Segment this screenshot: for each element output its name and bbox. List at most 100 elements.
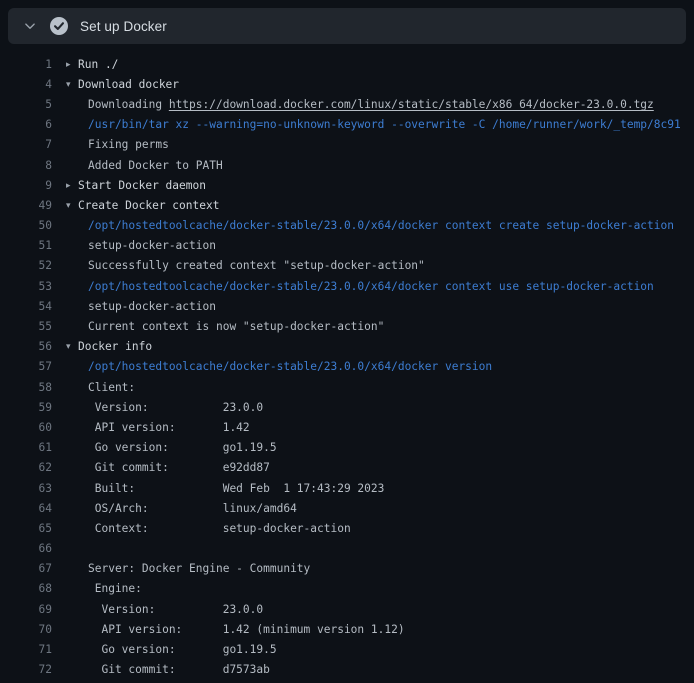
- line-number[interactable]: 49: [0, 199, 52, 212]
- line-number[interactable]: 59: [0, 401, 52, 414]
- output-text: setup-docker-action: [66, 239, 216, 252]
- line-number[interactable]: 72: [0, 663, 52, 676]
- line-number[interactable]: 69: [0, 603, 52, 616]
- download-url-link[interactable]: https://download.docker.com/linux/static…: [169, 98, 654, 111]
- log-row: 51 setup-docker-action: [0, 236, 694, 256]
- output-text: Added Docker to PATH: [66, 159, 223, 172]
- log-row: 65 Context: setup-docker-action: [0, 518, 694, 538]
- log-row: 7 Fixing perms: [0, 135, 694, 155]
- output-text: Go version: go1.19.5: [66, 643, 277, 656]
- line-number[interactable]: 71: [0, 643, 52, 656]
- output-text: Built: Wed Feb 1 17:43:29 2023: [66, 482, 384, 495]
- line-number[interactable]: 50: [0, 219, 52, 232]
- log-row: 72 Git commit: d7573ab: [0, 660, 694, 680]
- chevron-down-icon[interactable]: [22, 18, 38, 34]
- line-number[interactable]: 7: [0, 138, 52, 151]
- output-text: Version: 23.0.0: [66, 401, 263, 414]
- log-row: 52 Successfully created context "setup-do…: [0, 256, 694, 276]
- check-circle-icon: [50, 17, 68, 35]
- line-number[interactable]: 68: [0, 582, 52, 595]
- line-number[interactable]: 64: [0, 502, 52, 515]
- line-number[interactable]: 56: [0, 340, 52, 353]
- output-text: Git commit: e92dd87: [66, 461, 270, 474]
- group-header: ▸Start Docker daemon: [66, 179, 206, 192]
- group-title: Download docker: [78, 78, 179, 91]
- line-number[interactable]: 4: [0, 78, 52, 91]
- output-text: Go version: go1.19.5: [66, 441, 277, 454]
- line-number[interactable]: 8: [0, 159, 52, 172]
- group-title: Create Docker context: [78, 199, 219, 212]
- line-number[interactable]: 63: [0, 482, 52, 495]
- log-row: 63 Built: Wed Feb 1 17:43:29 2023: [0, 478, 694, 498]
- output-text: Downloading: [88, 98, 169, 111]
- log-row[interactable]: 9 ▸Start Docker daemon: [0, 175, 694, 195]
- line-number[interactable]: 5: [0, 98, 52, 111]
- log-row: 62 Git commit: e92dd87: [0, 458, 694, 478]
- log-row[interactable]: 1 ▸Run ./: [0, 54, 694, 74]
- log-row: 69 Version: 23.0.0: [0, 599, 694, 619]
- command-text: /opt/hostedtoolcache/docker-stable/23.0.…: [66, 360, 492, 373]
- log-row: 59 Version: 23.0.0: [0, 397, 694, 417]
- output-text: Engine:: [66, 582, 142, 595]
- command-text: /opt/hostedtoolcache/docker-stable/23.0.…: [66, 219, 674, 232]
- line-number[interactable]: 65: [0, 522, 52, 535]
- output-text: Fixing perms: [66, 138, 169, 151]
- group-title: Start Docker daemon: [78, 179, 206, 192]
- output-text: OS/Arch: linux/amd64: [66, 502, 297, 515]
- log-row: 5 Downloading https://download.docker.com…: [0, 94, 694, 114]
- line-number[interactable]: 51: [0, 239, 52, 252]
- line-number[interactable]: 60: [0, 421, 52, 434]
- output-text: Git commit: d7573ab: [66, 663, 270, 676]
- log-row: 53/opt/hostedtoolcache/docker-stable/23.…: [0, 276, 694, 296]
- group-title: Run ./: [78, 58, 118, 71]
- log-row: 50/opt/hostedtoolcache/docker-stable/23.…: [0, 216, 694, 236]
- log-row[interactable]: 49 ▾Create Docker context: [0, 195, 694, 215]
- output-text: API version: 1.42 (minimum version 1.12): [66, 623, 405, 636]
- triangle-down-icon[interactable]: ▾: [66, 342, 78, 352]
- line-number[interactable]: 67: [0, 562, 52, 575]
- triangle-right-icon[interactable]: ▸: [66, 60, 78, 70]
- line-number[interactable]: 53: [0, 280, 52, 293]
- triangle-down-icon[interactable]: ▾: [66, 201, 78, 211]
- output-text: Successfully created context "setup-dock…: [66, 259, 425, 272]
- line-number[interactable]: 58: [0, 381, 52, 394]
- log-row: 54 setup-docker-action: [0, 296, 694, 316]
- line-number[interactable]: 55: [0, 320, 52, 333]
- log-row: 55Current context is now "setup-docker-a…: [0, 316, 694, 336]
- line-number[interactable]: 52: [0, 259, 52, 272]
- log-row: 6/usr/bin/tar xz --warning=no-unknown-ke…: [0, 115, 694, 135]
- line-number[interactable]: 62: [0, 461, 52, 474]
- line-number[interactable]: 70: [0, 623, 52, 636]
- log-row[interactable]: 56▾Docker info: [0, 337, 694, 357]
- command-text: /opt/hostedtoolcache/docker-stable/23.0.…: [66, 280, 654, 293]
- line-number[interactable]: 1: [0, 58, 52, 71]
- step-title: Set up Docker: [80, 19, 167, 34]
- triangle-down-icon[interactable]: ▾: [66, 80, 78, 90]
- group-header: ▾Download docker: [66, 78, 179, 91]
- log-row: 60 API version: 1.42: [0, 417, 694, 437]
- output-text: API version: 1.42: [66, 421, 250, 434]
- log-row: 61 Go version: go1.19.5: [0, 438, 694, 458]
- step-header[interactable]: Set up Docker: [8, 8, 686, 44]
- log-row: 70 API version: 1.42 (minimum version 1.…: [0, 619, 694, 639]
- log-row: 67 Server: Docker Engine - Community: [0, 559, 694, 579]
- group-header: ▸Run ./: [66, 58, 118, 71]
- log-row: 68 Engine:: [0, 579, 694, 599]
- line-number[interactable]: 6: [0, 118, 52, 131]
- line-number[interactable]: 61: [0, 441, 52, 454]
- log-container: 1▸Run ./4▾Download docker5Downloading ht…: [0, 54, 694, 680]
- output-text: setup-docker-action: [66, 300, 216, 313]
- line-number[interactable]: 57: [0, 360, 52, 373]
- log-row: 58Client:: [0, 377, 694, 397]
- line-number[interactable]: 54: [0, 300, 52, 313]
- log-row: 64 OS/Arch: linux/amd64: [0, 498, 694, 518]
- triangle-right-icon[interactable]: ▸: [66, 181, 78, 191]
- log-row: 71 Go version: go1.19.5: [0, 639, 694, 659]
- line-number[interactable]: 9: [0, 179, 52, 192]
- log-line: Downloading https://download.docker.com/…: [66, 98, 654, 111]
- output-text: Server: Docker Engine - Community: [66, 562, 310, 575]
- line-number[interactable]: 66: [0, 542, 52, 555]
- log-row: 57/opt/hostedtoolcache/docker-stable/23.…: [0, 357, 694, 377]
- log-row[interactable]: 4 ▾Download docker: [0, 74, 694, 94]
- group-header: ▾Create Docker context: [66, 199, 219, 212]
